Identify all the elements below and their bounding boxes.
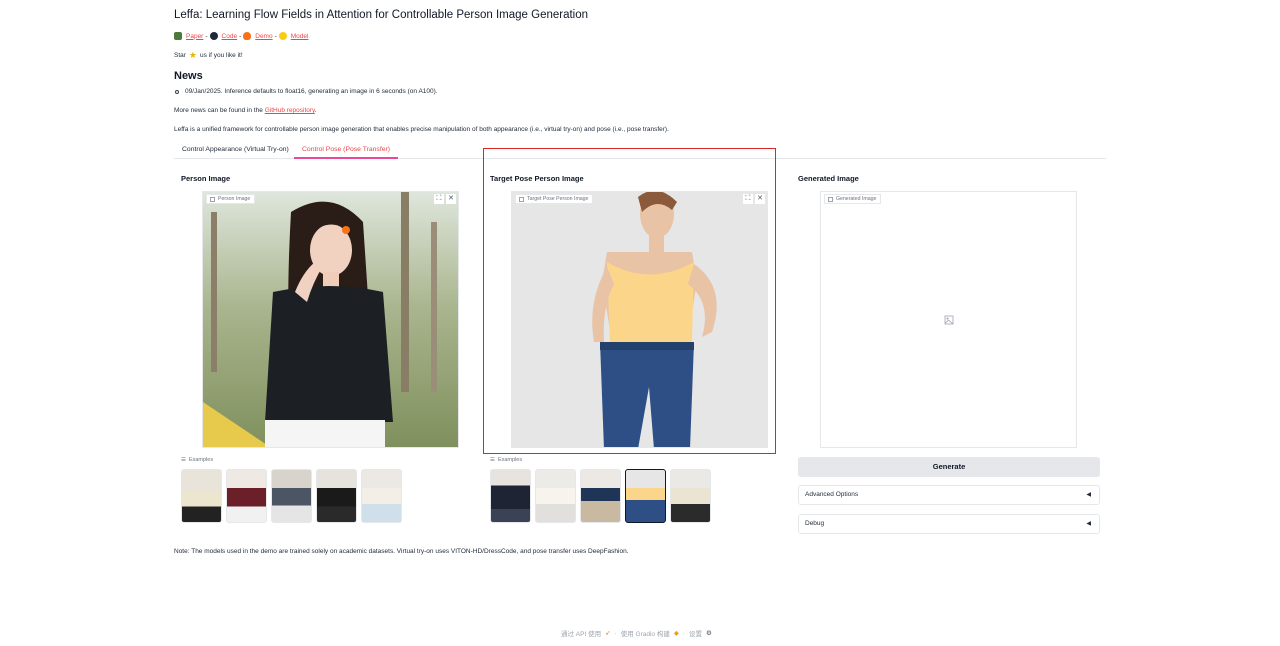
github-repository-link[interactable]: GitHub repository [265, 107, 315, 114]
image-icon [519, 196, 524, 202]
collapse-arrow-icon: ◀ [1086, 492, 1091, 498]
image-placeholder-icon [944, 315, 954, 325]
person-examples-label-text: Examples [188, 457, 214, 463]
link-separator: - [239, 32, 242, 40]
more-news: More news can be found in the GitHub rep… [174, 107, 317, 114]
hugging-face-icon [278, 32, 287, 40]
news-item-text: 09/Jan/2025. Inference defaults to float… [185, 88, 438, 95]
person-example-4[interactable] [316, 469, 357, 523]
generated-image-output: Generated Image [820, 191, 1077, 448]
person-example-3[interactable] [271, 469, 312, 523]
person-example-1[interactable] [181, 469, 222, 523]
image-icon [210, 196, 215, 202]
person-example-5[interactable] [361, 469, 402, 523]
target-examples-label: ☰ Examples [490, 457, 522, 463]
more-news-prefix: More news can be found in the [174, 107, 263, 114]
fullscreen-icon[interactable]: ⛶ [743, 194, 753, 204]
target-example-5[interactable] [670, 469, 711, 523]
bullet-icon [175, 89, 179, 94]
person-image-label-text: Person Image [218, 196, 251, 202]
star-line: Star ★ us if you like it! [174, 50, 243, 60]
link-separator: - [205, 32, 208, 40]
note-text: Note: The models used in the demo are tr… [174, 548, 629, 555]
tab-control-appearance[interactable]: Control Appearance (Virtual Try-on) [174, 143, 297, 159]
list-icon: ☰ [181, 457, 186, 463]
target-image-label: Target Pose Person Image [515, 194, 594, 204]
collapse-arrow-icon: ◀ [1086, 521, 1091, 527]
target-image-heading: Target Pose Person Image [490, 174, 584, 183]
news-heading: News [174, 70, 203, 82]
person-image-upload[interactable]: Person Image ⛶ ✕ [202, 191, 459, 448]
news-item: 09/Jan/2025. Inference defaults to float… [175, 88, 438, 95]
person-photo [203, 192, 458, 447]
fullscreen-icon[interactable]: ⛶ [434, 194, 444, 204]
tab-control-pose[interactable]: Control Pose (Pose Transfer) [294, 143, 399, 159]
paper-icon [174, 32, 182, 40]
description: Leffa is a unified framework for control… [174, 126, 669, 133]
generate-button[interactable]: Generate [798, 457, 1100, 477]
footer: 通过 API 使用 ➶ · 使用 Gradio 构建 ◆ · 设置 ⚙ [561, 628, 712, 639]
target-image-upload[interactable]: Target Pose Person Image ⛶ ✕ [511, 191, 768, 448]
more-news-suffix: . [314, 107, 317, 114]
close-icon[interactable]: ✕ [755, 194, 765, 204]
footer-separator: · [682, 629, 686, 637]
person-image-label: Person Image [206, 194, 256, 204]
target-example-2[interactable] [535, 469, 576, 523]
generated-image-label-text: Generated Image [836, 196, 877, 202]
advanced-options-accordion[interactable]: Advanced Options ◀ [798, 485, 1100, 505]
list-icon: ☰ [490, 457, 495, 463]
person-image-heading: Person Image [181, 174, 231, 183]
built-with-gradio-link[interactable]: 使用 Gradio 构建 [621, 628, 670, 638]
person-examples-label: ☰ Examples [181, 457, 213, 463]
footer-separator: · [614, 629, 617, 637]
target-example-4[interactable] [625, 469, 666, 523]
settings-link[interactable]: 设置 [689, 628, 702, 638]
star-suffix: us if you like it! [200, 51, 243, 59]
demo-link[interactable]: Demo [255, 33, 272, 40]
target-image-label-text: Target Pose Person Image [527, 196, 589, 202]
debug-accordion[interactable]: Debug ◀ [798, 514, 1100, 534]
advanced-options-label: Advanced Options [805, 491, 859, 498]
fire-icon [243, 32, 252, 40]
model-link[interactable]: Model [291, 33, 309, 40]
debug-label: Debug [805, 520, 825, 527]
code-link[interactable]: Code [222, 33, 238, 40]
target-example-1[interactable] [490, 469, 531, 523]
star-icon: ★ [188, 50, 197, 60]
gear-icon: ⚙ [706, 630, 712, 637]
tab-bar: Control Appearance (Virtual Try-on) Cont… [174, 143, 1106, 159]
target-example-3[interactable] [580, 469, 621, 523]
image-icon [828, 196, 833, 202]
page-title: Leffa: Learning Flow Fields in Attention… [174, 9, 589, 21]
target-examples-label-text: Examples [497, 457, 523, 463]
paper-link[interactable]: Paper [186, 33, 203, 40]
person-example-2[interactable] [226, 469, 267, 523]
target-photo [512, 192, 767, 447]
github-icon [209, 32, 218, 40]
generated-image-heading: Generated Image [798, 174, 859, 183]
gradio-logo-icon: ◆ [673, 630, 679, 637]
link-separator: - [274, 32, 277, 40]
header-links: Paper - Code - Demo - Model [174, 32, 308, 40]
rocket-icon: ➶ [605, 630, 611, 637]
close-icon[interactable]: ✕ [446, 194, 456, 204]
generated-image-label: Generated Image [824, 194, 882, 204]
use-via-api-link[interactable]: 通过 API 使用 [561, 628, 601, 638]
star-prefix: Star [174, 51, 186, 59]
